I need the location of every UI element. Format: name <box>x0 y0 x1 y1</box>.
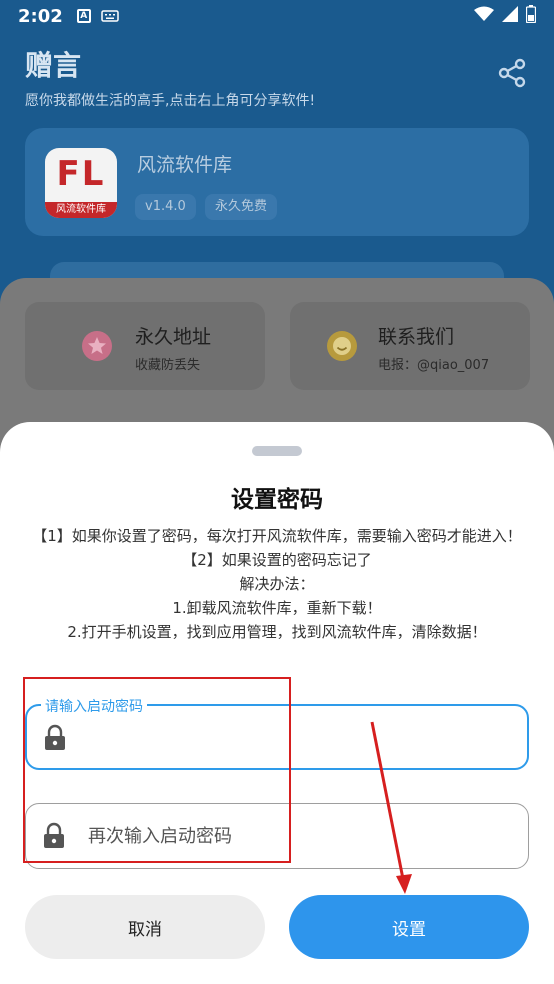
status-bar: 2:02 A <box>0 0 554 32</box>
keyboard-icon <box>101 6 119 27</box>
app-info-card: FL 风流软件库 风流软件库 v1.4.0 永久免费 <box>25 128 529 236</box>
page-subtitle: 愿你我都做生活的高手,点击右上角可分享软件! <box>25 93 316 109</box>
page-title: 赠言 <box>25 49 82 82</box>
instruction-line: 【2】如果设置的密码忘记了 <box>182 551 372 569</box>
signal-icon <box>502 5 518 27</box>
free-badge: 永久免费 <box>205 194 278 220</box>
instruction-line: 【1】如果你设置了密码，每次打开风流软件库，需要输入密码才能进入！ <box>32 527 522 545</box>
app-logo-text: FL <box>56 154 106 194</box>
feature-contact-us[interactable]: 联系我们 电报：@qiao_007 <box>290 302 530 390</box>
set-button[interactable]: 设置 <box>289 895 529 959</box>
status-right <box>474 4 537 28</box>
annotation-highlight-box <box>23 677 291 863</box>
app-name: 风流软件库 <box>137 154 233 176</box>
feature-title: 永久地址 <box>135 326 212 348</box>
dialog-instructions: 【1】如果你设置了密码，每次打开风流软件库，需要输入密码才能进入！ 【2】如果设… <box>22 524 532 644</box>
version-badge: v1.4.0 <box>135 194 196 220</box>
star-badge-icon <box>81 330 113 362</box>
app-logo-band: 风流软件库 <box>45 202 117 218</box>
a-notification-icon: A <box>76 9 91 23</box>
app-logo: FL 风流软件库 <box>45 148 117 218</box>
cancel-button[interactable]: 取消 <box>25 895 265 959</box>
instruction-line: 解决办法： <box>239 575 315 593</box>
feature-title: 联系我们 <box>378 326 455 348</box>
instruction-line: 1.卸载风流软件库，重新下载！ <box>172 599 382 617</box>
feature-subtitle: 收藏防丢失 <box>135 358 201 373</box>
status-time: 2:02 <box>18 5 63 27</box>
wifi-icon <box>474 6 494 27</box>
header: 赠言 愿你我都做生活的高手,点击右上角可分享软件! <box>25 44 315 110</box>
feature-permanent-address[interactable]: 永久地址 收藏防丢失 <box>25 302 265 390</box>
smile-badge-icon <box>326 330 358 362</box>
dialog-title: 设置密码 <box>231 487 323 513</box>
sheet-drag-handle[interactable] <box>252 446 302 456</box>
battery-icon <box>525 4 537 28</box>
instruction-line: 2.打开手机设置，找到应用管理，找到风流软件库，清除数据！ <box>67 623 487 641</box>
feature-subtitle: 电报：@qiao_007 <box>378 358 490 373</box>
share-icon[interactable] <box>498 58 526 92</box>
